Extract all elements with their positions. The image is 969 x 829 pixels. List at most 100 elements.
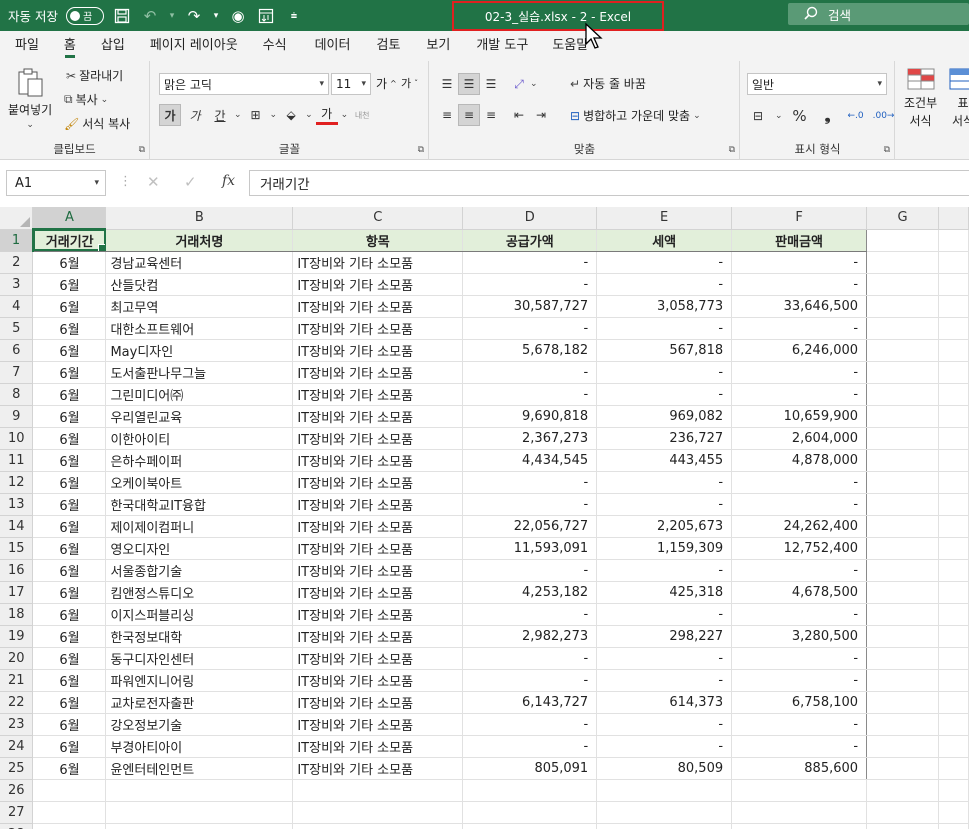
cell[interactable]: IT장비와 기타 소모품 — [292, 471, 464, 494]
cell[interactable]: 4,678,500 — [731, 581, 868, 604]
cell[interactable] — [938, 691, 969, 714]
cell[interactable]: 614,373 — [596, 691, 733, 714]
cell[interactable]: 최고무역 — [105, 295, 294, 318]
cell[interactable]: IT장비와 기타 소모품 — [292, 317, 464, 340]
cell[interactable]: 6월 — [32, 559, 107, 582]
increase-indent-icon[interactable]: ⇥ — [530, 104, 552, 126]
cell[interactable] — [462, 801, 598, 824]
cell[interactable]: 885,600 — [731, 757, 868, 780]
cell[interactable]: - — [462, 603, 598, 626]
cell[interactable] — [866, 559, 939, 582]
tab-developer[interactable]: 개발 도구 — [468, 31, 536, 61]
cell[interactable]: - — [731, 713, 868, 736]
row-header[interactable]: 17 — [0, 581, 34, 604]
cell[interactable]: 80,509 — [596, 757, 733, 780]
cell[interactable]: IT장비와 기타 소모품 — [292, 537, 464, 560]
cell[interactable] — [938, 339, 969, 362]
tab-file[interactable]: 파일 — [7, 31, 47, 61]
cell[interactable]: 6,758,100 — [731, 691, 868, 714]
cell[interactable]: 4,434,545 — [462, 449, 598, 472]
redo-icon[interactable]: ↷ — [184, 6, 204, 26]
cell[interactable] — [938, 361, 969, 384]
cell[interactable]: - — [462, 735, 598, 758]
cut-button[interactable]: ✂ 잘라내기 — [66, 67, 123, 84]
cell[interactable]: IT장비와 기타 소모품 — [292, 295, 464, 318]
row-header[interactable]: 3 — [0, 273, 34, 296]
column-header-e[interactable]: E — [596, 207, 733, 230]
row-header[interactable]: 24 — [0, 735, 34, 758]
cell[interactable]: IT장비와 기타 소모품 — [292, 581, 464, 604]
bold-button[interactable]: 가 — [159, 104, 181, 126]
cell[interactable]: 33,646,500 — [731, 295, 868, 318]
cell[interactable]: 6,143,727 — [462, 691, 598, 714]
cell[interactable] — [938, 449, 969, 472]
format-as-table-button[interactable]: 표 서식 — [948, 67, 969, 129]
tab-home[interactable]: 홈 — [56, 31, 84, 61]
cell[interactable]: - — [596, 471, 733, 494]
cell[interactable] — [938, 801, 969, 824]
cell[interactable]: - — [596, 713, 733, 736]
cell[interactable]: - — [596, 317, 733, 340]
font-name-combo[interactable]: 맑은 고딕 ▾ — [159, 73, 329, 95]
redo-dropdown-icon[interactable]: ▾ — [212, 6, 220, 26]
row-header[interactable]: 18 — [0, 603, 34, 626]
cell[interactable]: 교차로전자출판 — [105, 691, 294, 714]
cell[interactable]: IT장비와 기타 소모품 — [292, 449, 464, 472]
cell[interactable]: 6월 — [32, 603, 107, 626]
decrease-decimal-icon[interactable]: .00→ — [873, 105, 895, 127]
cell[interactable] — [32, 779, 107, 802]
decrease-indent-icon[interactable]: ⇤ — [508, 104, 530, 126]
cell[interactable]: IT장비와 기타 소모품 — [292, 405, 464, 428]
cell[interactable]: 567,818 — [596, 339, 733, 362]
cell[interactable] — [866, 273, 939, 296]
cell[interactable] — [462, 823, 598, 829]
cell[interactable]: 은하수페이퍼 — [105, 449, 294, 472]
cell[interactable] — [938, 581, 969, 604]
fill-dropdown-icon[interactable]: ⌄ — [305, 110, 313, 120]
cell[interactable]: 한국대학교IT융합 — [105, 493, 294, 516]
name-box[interactable]: A1 ▾ — [6, 170, 106, 196]
number-format-combo[interactable]: 일반 ▾ — [747, 73, 887, 95]
cell[interactable]: - — [731, 603, 868, 626]
cell[interactable]: 236,727 — [596, 427, 733, 450]
font-color-button[interactable]: 가 — [315, 105, 338, 125]
cell[interactable] — [938, 493, 969, 516]
cell[interactable]: 6월 — [32, 647, 107, 670]
cell[interactable]: - — [731, 559, 868, 582]
align-middle-icon[interactable]: ☰ — [458, 73, 480, 95]
cell[interactable]: - — [731, 735, 868, 758]
cell[interactable]: 6월 — [32, 383, 107, 406]
wrap-text-button[interactable]: ↵ 자동 줄 바꿈 — [570, 75, 646, 92]
number-launcher-icon[interactable]: ⧉ — [884, 145, 890, 155]
cancel-icon[interactable]: ✕ — [147, 173, 160, 191]
cell[interactable] — [866, 537, 939, 560]
row-header[interactable]: 14 — [0, 515, 34, 538]
cell[interactable] — [866, 493, 939, 516]
cell[interactable] — [866, 295, 939, 318]
row-header[interactable]: 13 — [0, 493, 34, 516]
cell[interactable]: - — [462, 383, 598, 406]
phonetic-button[interactable]: 내천 — [351, 104, 373, 126]
cell[interactable] — [938, 559, 969, 582]
orientation-dropdown-icon[interactable]: ⌄ — [530, 79, 538, 89]
cell[interactable] — [866, 691, 939, 714]
column-header-c[interactable]: C — [292, 207, 464, 230]
align-left-icon[interactable]: ≡ — [436, 104, 458, 126]
cell[interactable]: 298,227 — [596, 625, 733, 648]
cell[interactable]: 6월 — [32, 251, 107, 274]
formula-input[interactable]: 거래기간 — [249, 170, 969, 196]
cell[interactable] — [866, 581, 939, 604]
cell[interactable]: - — [596, 603, 733, 626]
row-header[interactable]: 16 — [0, 559, 34, 582]
cell[interactable]: 969,082 — [596, 405, 733, 428]
customize-qat-icon[interactable]: ⩧ — [284, 6, 304, 26]
cell[interactable]: - — [462, 273, 598, 296]
cell[interactable]: 동구디자인센터 — [105, 647, 294, 670]
cell[interactable]: 6월 — [32, 361, 107, 384]
cell[interactable]: - — [731, 273, 868, 296]
row-header[interactable]: 10 — [0, 427, 34, 450]
cell[interactable]: 이한아이티 — [105, 427, 294, 450]
cell[interactable] — [938, 229, 969, 252]
cell[interactable] — [866, 251, 939, 274]
alignment-launcher-icon[interactable]: ⧉ — [729, 145, 735, 155]
